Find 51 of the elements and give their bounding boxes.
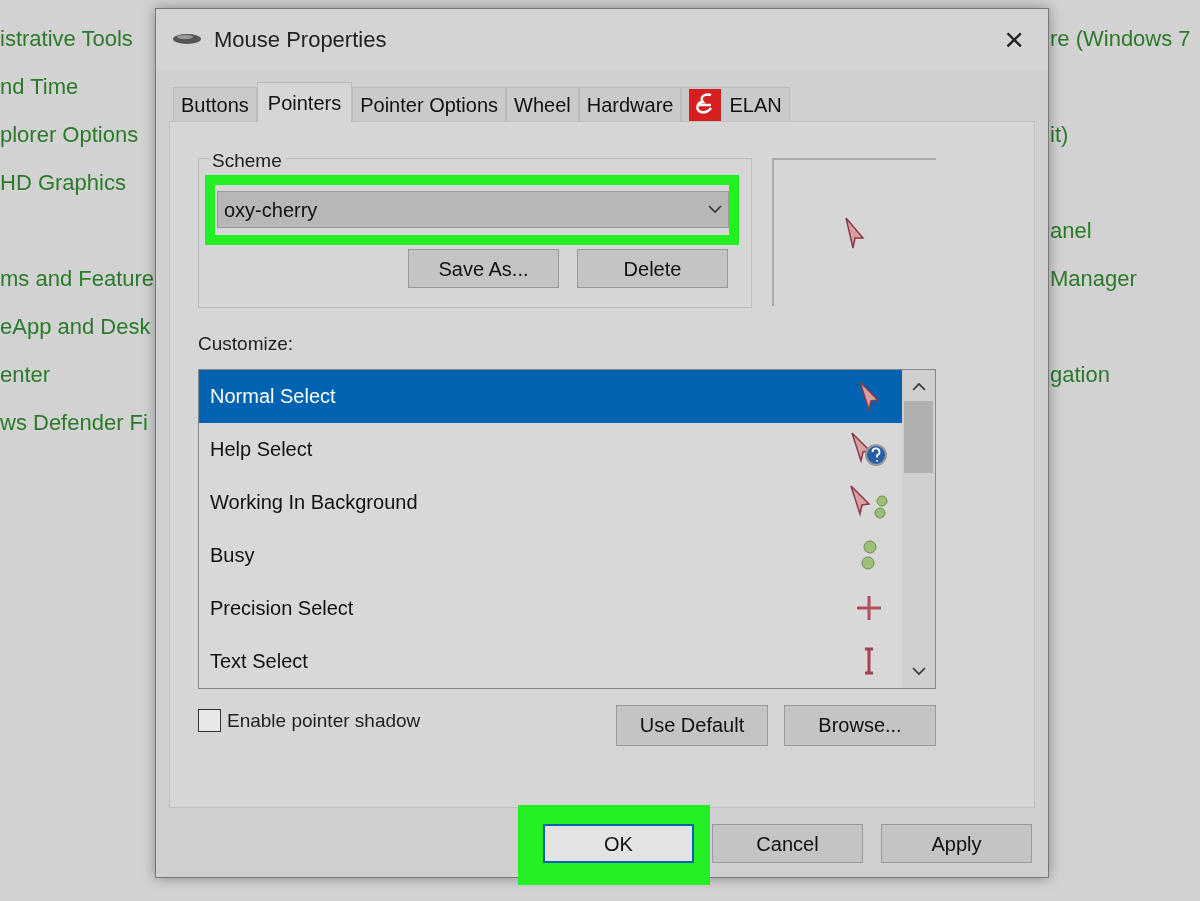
checkbox-label: Enable pointer shadow	[227, 708, 421, 733]
scroll-down-icon[interactable]	[911, 666, 926, 676]
dialog-button[interactable]: OK	[543, 824, 694, 863]
control-panel-link[interactable]: istrative Tools	[0, 22, 155, 70]
control-panel-link[interactable]: re (Windows 7	[1050, 22, 1191, 70]
dialog-button[interactable]: Apply	[881, 824, 1032, 863]
customize-label: Customize:	[198, 332, 295, 356]
list-button[interactable]: Use Default	[616, 704, 768, 746]
control-panel-link[interactable]: enter	[0, 358, 155, 406]
cursor-icon	[849, 484, 889, 520]
cursor-icon	[861, 540, 877, 570]
control-panel-link[interactable]: plorer Options	[0, 118, 155, 166]
control-panel-link[interactable]: HD Graphics	[0, 166, 155, 214]
list-row[interactable]: Normal Select	[199, 369, 902, 423]
tab[interactable]: Pointer Options	[352, 87, 507, 121]
scheme-button[interactable]: Delete	[577, 249, 728, 288]
close-button[interactable]: ×	[996, 22, 1032, 56]
control-panel-link[interactable]: nd Time	[0, 70, 155, 118]
list-row[interactable]: Help Select	[199, 422, 902, 476]
scroll-thumb[interactable]	[904, 400, 933, 473]
list-row[interactable]: Busy	[199, 528, 902, 582]
scroll-up-icon[interactable]	[911, 381, 926, 391]
control-panel-link[interactable]: Manager	[1050, 262, 1191, 310]
window-title: Mouse Properties	[214, 25, 387, 54]
control-panel-link[interactable]: it)	[1050, 118, 1191, 166]
scrollbar[interactable]	[902, 369, 935, 688]
cursor-icon	[850, 431, 888, 467]
control-panel-link[interactable]: ms and Feature	[0, 262, 155, 310]
list-row[interactable]: Text Select	[199, 634, 902, 688]
list-button[interactable]: Browse...	[784, 704, 936, 746]
scheme-dropdown[interactable]: oxy-cherry	[217, 191, 729, 228]
control-panel-link[interactable]: anel	[1050, 214, 1191, 262]
mouse-icon	[172, 32, 202, 46]
checkbox[interactable]	[198, 709, 221, 733]
dialog-button[interactable]: Cancel	[712, 824, 863, 863]
cursor-icon	[856, 595, 882, 621]
control-panel-link[interactable]: ws Defender Fi	[0, 406, 155, 454]
tab[interactable]: Buttons	[173, 87, 257, 121]
control-panel-link[interactable]: gation	[1050, 358, 1191, 406]
tab[interactable]: Wheel	[506, 87, 579, 121]
list-row[interactable]: Working In Background	[199, 475, 902, 529]
scheme-button[interactable]: Save As...	[408, 249, 559, 288]
tab[interactable]: Pointers	[256, 82, 353, 122]
tab[interactable]: ELAN	[681, 87, 790, 121]
tab[interactable]: Hardware	[578, 87, 682, 121]
chevron-down-icon	[708, 205, 722, 214]
pointer-icon	[843, 216, 867, 250]
list-row[interactable]: Precision Select	[199, 581, 902, 635]
cursor-icon	[863, 647, 875, 675]
control-panel-link[interactable]: eApp and Desk	[0, 310, 155, 358]
cursor-icon	[858, 380, 880, 412]
